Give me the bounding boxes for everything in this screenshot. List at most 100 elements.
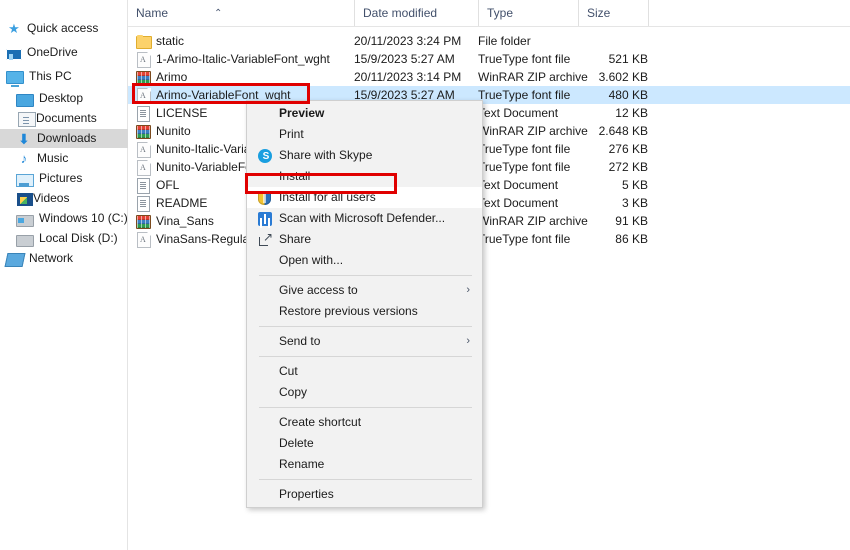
menu-item-install[interactable]: Install xyxy=(247,166,482,187)
sidebar-item-quick-access[interactable]: ★ Quick access xyxy=(0,19,133,38)
column-header-name-label: Name xyxy=(136,6,169,20)
file-name-cell[interactable]: LICENSE xyxy=(136,104,207,122)
menu-item-give-access-to[interactable]: Give access to › xyxy=(247,280,482,301)
column-header-date-modified[interactable]: Date modified xyxy=(354,0,478,26)
file-name-label: README xyxy=(156,196,208,210)
drive-icon xyxy=(16,234,34,247)
menu-item-print[interactable]: Print xyxy=(247,124,482,145)
table-row[interactable]: README Text Document 3 KB xyxy=(128,194,850,212)
file-name-cell[interactable]: Nunito-VariableFon xyxy=(136,158,259,176)
file-name-cell[interactable]: 1-Arimo-Italic-VariableFont_wght xyxy=(136,50,330,68)
menu-item-open-with[interactable]: Open with... xyxy=(247,250,482,271)
menu-item-label: Open with... xyxy=(279,253,344,267)
menu-item-share-with-skype[interactable]: Share with Skype xyxy=(247,145,482,166)
sidebar-item-local-disk-d[interactable]: Local Disk (D:) xyxy=(0,229,143,248)
table-row[interactable]: OFL Text Document 5 KB xyxy=(128,176,850,194)
sidebar-item-windows-10-c[interactable]: Windows 10 (C:) xyxy=(0,209,143,228)
file-type-cell: WinRAR ZIP archive xyxy=(478,70,588,84)
menu-item-properties[interactable]: Properties xyxy=(247,484,482,505)
skype-icon xyxy=(257,148,273,164)
menu-item-icon-placeholder xyxy=(257,304,273,320)
file-size-cell: 480 KB xyxy=(608,88,648,102)
file-name-cell[interactable]: Vina_Sans xyxy=(136,212,214,230)
sidebar-item-label: Windows 10 (C:) xyxy=(39,211,128,225)
table-row[interactable]: Arimo 20/11/2023 3:14 PM WinRAR ZIP archiv… xyxy=(128,68,850,86)
file-size-cell: 276 KB xyxy=(608,142,648,156)
sidebar-item-network[interactable]: Network xyxy=(0,249,133,268)
file-name-label: Nunito xyxy=(156,124,191,138)
sidebar-item-label: Desktop xyxy=(39,91,84,105)
column-header-type[interactable]: Type xyxy=(478,0,578,26)
menu-item-label: Scan with Microsoft Defender... xyxy=(279,211,446,225)
sidebar-item-music[interactable]: ♪ Music xyxy=(0,149,143,168)
menu-item-share[interactable]: Share xyxy=(247,229,482,250)
sidebar-item-label: Music xyxy=(37,151,69,165)
sidebar-item-documents[interactable]: Documents xyxy=(0,109,143,128)
file-name-cell[interactable]: Nunito-Italic-Variab xyxy=(136,140,257,158)
menu-item-label: Delete xyxy=(279,436,314,450)
menu-item-icon-placeholder xyxy=(257,253,273,269)
menu-item-cut[interactable]: Cut xyxy=(247,361,482,382)
context-menu[interactable]: Preview Print Share with Skype Install Insta… xyxy=(246,100,483,508)
file-name-label: Arimo xyxy=(156,70,188,84)
sidebar-item-downloads[interactable]: ⬇ Downloads xyxy=(0,129,143,148)
sidebar-item-desktop[interactable]: Desktop xyxy=(0,89,143,108)
file-size-cell: 91 KB xyxy=(615,214,648,228)
videos-icon xyxy=(17,193,33,206)
file-name-cell[interactable]: OFL xyxy=(136,176,179,194)
file-name-cell[interactable]: static xyxy=(136,32,184,50)
column-header-size[interactable]: Size xyxy=(578,0,648,26)
menu-item-label: Properties xyxy=(279,487,334,501)
table-row[interactable]: VinaSans-Regular TrueType font file 86 KB xyxy=(128,230,850,248)
desktop-icon xyxy=(16,93,34,107)
sidebar-item-onedrive[interactable]: OneDrive xyxy=(0,43,133,62)
table-row[interactable]: Nunito-VariableFon TrueType font file 272 … xyxy=(128,158,850,176)
menu-item-label: Rename xyxy=(279,457,325,471)
menu-item-scan-with-microsoft-defender[interactable]: Scan with Microsoft Defender... xyxy=(247,208,482,229)
menu-item-icon-placeholder xyxy=(257,127,273,143)
file-date-cell: 20/11/2023 3:24 PM xyxy=(354,34,462,48)
menu-item-send-to[interactable]: Send to › xyxy=(247,331,482,352)
file-name-cell[interactable]: Nunito xyxy=(136,122,191,140)
menu-item-preview[interactable]: Preview xyxy=(247,103,482,124)
sidebar-item-label: Documents xyxy=(36,111,97,125)
menu-item-install-for-all-users[interactable]: Install for all users xyxy=(247,187,482,208)
sidebar-item-label: Pictures xyxy=(39,171,83,185)
table-row[interactable]: static 20/11/2023 3:24 PM File folder xyxy=(128,32,850,50)
menu-item-delete[interactable]: Delete xyxy=(247,433,482,454)
menu-item-icon-placeholder xyxy=(257,457,273,473)
file-name-cell[interactable]: Arimo xyxy=(136,68,187,86)
column-header-name[interactable]: Name ⌃ xyxy=(128,0,354,26)
star-icon: ★ xyxy=(8,20,20,36)
downloads-icon: ⬇ xyxy=(18,130,30,147)
menu-item-label: Restore previous versions xyxy=(279,304,418,318)
menu-item-restore-previous-versions[interactable]: Restore previous versions xyxy=(247,301,482,322)
file-name-label: VinaSans-Regular xyxy=(156,232,254,246)
file-name-label: OFL xyxy=(156,178,180,192)
sidebar-item-videos[interactable]: Videos xyxy=(0,189,143,208)
menu-item-rename[interactable]: Rename xyxy=(247,454,482,475)
network-icon xyxy=(4,253,26,267)
file-name-cell[interactable]: README xyxy=(136,194,207,212)
menu-item-create-shortcut[interactable]: Create shortcut xyxy=(247,412,482,433)
this-pc-icon xyxy=(6,71,24,87)
menu-item-icon-placeholder xyxy=(257,106,273,122)
table-row[interactable]: Vina_Sans WinRAR ZIP archive 91 KB xyxy=(128,212,850,230)
font-file-icon xyxy=(136,159,151,176)
sidebar-item-pictures[interactable]: Pictures xyxy=(0,169,143,188)
file-name-cell[interactable]: VinaSans-Regular xyxy=(136,230,253,248)
table-row[interactable]: 1-Arimo-Italic-VariableFont_wght 15/9/202… xyxy=(128,50,850,68)
table-row[interactable]: Nunito-Italic-Variab TrueType font file 27… xyxy=(128,140,850,158)
font-file-icon xyxy=(136,141,151,158)
documents-icon xyxy=(18,112,36,127)
menu-item-label: Install for all users xyxy=(279,190,376,204)
menu-item-icon-placeholder xyxy=(257,283,273,299)
table-row[interactable]: Nunito WinRAR ZIP archive 2.648 KB xyxy=(128,122,850,140)
archive-icon xyxy=(136,123,151,139)
table-row[interactable]: Arimo-VariableFont_wght15/9/2023 5:27 AM… xyxy=(128,86,850,104)
sidebar-item-label: Local Disk (D:) xyxy=(39,231,118,245)
file-type-cell: Text Document xyxy=(478,106,559,120)
menu-item-copy[interactable]: Copy xyxy=(247,382,482,403)
table-row[interactable]: LICENSE Text Document 12 KB xyxy=(128,104,850,122)
sidebar-item-this-pc[interactable]: This PC xyxy=(0,67,133,87)
